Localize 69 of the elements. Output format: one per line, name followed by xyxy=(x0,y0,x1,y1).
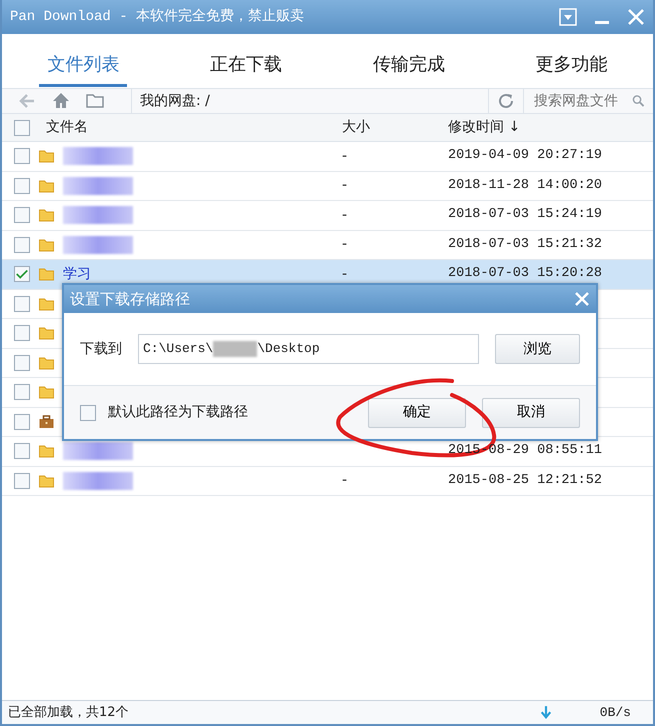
file-name[interactable]: 学习 xyxy=(63,264,91,285)
folder-icon xyxy=(38,472,55,489)
checkbox[interactable] xyxy=(14,236,30,253)
file-size: - xyxy=(342,266,348,282)
checkbox[interactable] xyxy=(14,266,30,282)
modified-time: 2018-07-03 15:21:32 xyxy=(448,236,602,254)
modified-time: 2018-07-03 15:20:28 xyxy=(448,265,602,284)
checkbox[interactable] xyxy=(14,443,30,460)
window-title: Pan Download - 本软件完全免费，禁止贩卖 xyxy=(10,7,306,26)
path-label: 我的网盘: / xyxy=(139,92,211,110)
file-size: - xyxy=(342,148,348,164)
search-field[interactable]: 搜索网盘文件 xyxy=(523,89,653,113)
tab[interactable]: 传输完成 xyxy=(328,50,490,88)
file-size: - xyxy=(342,472,348,488)
column-header[interactable]: 大小 xyxy=(342,119,370,135)
modified-time: 2019-04-09 20:27:19 xyxy=(448,147,602,166)
download-speed: 0B/s xyxy=(600,704,631,722)
checkbox[interactable] xyxy=(14,414,30,430)
dialog-title: 设置下载存储路径 xyxy=(70,288,191,310)
tab[interactable]: 更多功能 xyxy=(490,50,653,88)
field-label: 下载到 xyxy=(80,340,122,358)
column-header[interactable]: 文件名 xyxy=(46,117,88,138)
folder-icon xyxy=(38,148,55,164)
folder-icon xyxy=(38,207,55,224)
folder-icon xyxy=(38,266,55,282)
checkbox[interactable] xyxy=(80,404,96,420)
cancel-button[interactable]: 取消 xyxy=(482,398,580,428)
checkbox[interactable] xyxy=(14,207,30,224)
checkbox-label: 默认此路径为下载路径 xyxy=(108,403,248,422)
checkbox[interactable] xyxy=(14,296,30,312)
folder-icon xyxy=(38,384,55,400)
folder-icon xyxy=(38,236,55,253)
checkbox[interactable] xyxy=(14,384,30,400)
close-icon[interactable] xyxy=(574,291,590,307)
file-size: - xyxy=(342,206,348,223)
modified-time: 2015-08-25 12:21:52 xyxy=(448,472,602,490)
checkbox[interactable] xyxy=(14,472,30,489)
briefcase-icon xyxy=(38,414,55,430)
dropdown-icon[interactable] xyxy=(559,8,577,26)
folder-icon xyxy=(38,325,55,342)
folder-icon xyxy=(38,178,55,194)
file-size: - xyxy=(342,177,348,194)
download-arrow-icon xyxy=(540,706,552,720)
path-text-end: \Desktop xyxy=(257,340,320,358)
search-icon[interactable] xyxy=(632,93,645,109)
modified-time: 2018-07-03 15:24:19 xyxy=(448,206,602,224)
column-header[interactable]: 修改时间 ↓ xyxy=(448,117,520,138)
folder-outline-icon[interactable] xyxy=(86,92,104,110)
status-text: 已全部加载，共12个 xyxy=(8,704,130,722)
select-all-checkbox[interactable] xyxy=(14,120,30,136)
close-icon[interactable] xyxy=(627,8,645,26)
checkbox[interactable] xyxy=(14,325,30,342)
tab[interactable]: 正在下载 xyxy=(164,50,328,88)
file-size: - xyxy=(342,236,348,252)
back-arrow-icon[interactable] xyxy=(18,92,36,110)
redaction-blur xyxy=(213,341,258,357)
folder-icon xyxy=(38,354,55,371)
ok-button[interactable]: 确定 xyxy=(368,398,466,428)
browse-button[interactable]: 浏览 xyxy=(495,334,580,364)
path-field[interactable]: C:\Users\ \Desktop xyxy=(138,334,480,364)
checkbox[interactable] xyxy=(14,178,30,194)
path-text-start: C:\Users\ xyxy=(143,340,214,358)
folder-icon xyxy=(38,296,55,312)
modified-time: 2018-11-28 14:00:20 xyxy=(448,176,602,195)
home-icon[interactable] xyxy=(52,92,70,110)
refresh-icon[interactable] xyxy=(497,92,515,110)
folder-icon xyxy=(38,443,55,460)
checkbox[interactable] xyxy=(14,354,30,371)
checkbox[interactable] xyxy=(14,148,30,164)
